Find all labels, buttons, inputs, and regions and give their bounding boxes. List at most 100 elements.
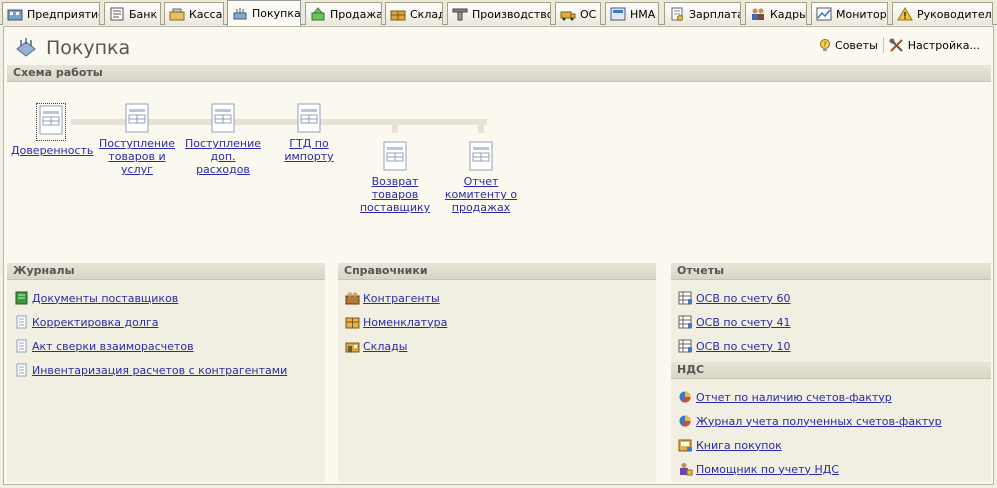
list-link[interactable]: ОСВ по счету 60 [696,292,791,305]
node-link[interactable]: Доверенность [11,144,93,157]
journals-panel: Журналы Документы поставщиков Корректиро… [7,263,325,482]
document-icon [16,363,27,377]
schema-node-consignor-report[interactable]: Отчет комитенту о продажах [441,141,521,214]
list-item[interactable]: Инвентаризация расчетов с контрагентами [14,358,325,382]
document-icon [16,315,27,329]
monitor-icon [816,7,832,21]
list-item[interactable]: Акт сверки взаиморасчетов [14,334,325,358]
salary-icon [671,7,683,21]
list-item[interactable]: Документы поставщиков [14,286,325,310]
document-icon [297,103,321,133]
list-item[interactable]: ОСВ по счету 60 [678,286,991,310]
list-link[interactable]: Акт сверки взаиморасчетов [32,340,194,353]
tab-intangible-assets[interactable]: НМА [605,2,659,25]
tab-salary[interactable]: Зарплата [664,2,741,25]
connector-line [478,125,484,133]
settings-link[interactable]: Настройка... [884,38,985,52]
list-link[interactable]: Склады [363,340,407,353]
node-link[interactable]: Отчет комитенту о продажах [441,175,521,214]
list-link[interactable]: ОСВ по счету 41 [696,316,791,329]
node-link[interactable]: ГТД по импорту [269,137,349,163]
intangible-assets-icon [610,7,626,21]
list-item[interactable]: Контрагенты [345,286,656,310]
list-item[interactable]: Склады [345,334,656,358]
tab-enterprise[interactable]: Предприятие [2,2,100,25]
header-links: ? Советы Настройка... [813,37,985,53]
node-link[interactable]: Поступление доп. расходов [183,137,263,176]
list-link[interactable]: Корректировка долга [32,316,158,329]
list-item[interactable]: Книга покупок [678,433,991,457]
schema-node-power-of-attorney[interactable]: Доверенность [11,103,93,157]
tab-warehouse[interactable]: Склад [385,2,443,25]
tips-icon: ? [820,39,831,51]
tab-label: Монитор [836,7,887,21]
tips-link[interactable]: ? Советы [813,38,883,52]
tools-icon [889,38,903,52]
list-item[interactable]: Корректировка долга [14,310,325,334]
journal-icon [15,291,28,305]
workspace: Покупка ? Советы Настройка... Схема рабо… [3,26,994,485]
list-link[interactable]: Номенклатура [363,316,447,329]
schema-node-goods-receipt[interactable]: Поступление товаров и услуг [97,103,177,176]
list-link[interactable]: Отчет по наличию счетов-фактур [696,391,892,404]
document-icon [39,105,63,135]
node-icon-frame [36,103,66,141]
list-link[interactable]: Контрагенты [363,292,440,305]
book-icon [678,439,692,452]
document-icon [469,141,493,171]
list-link[interactable]: Инвентаризация расчетов с контрагентами [32,364,287,377]
document-icon [16,339,27,353]
tab-label: Руководителю [917,7,993,21]
schema-node-customs-declaration[interactable]: ГТД по импорту [269,103,349,163]
sale-icon [311,7,325,21]
list-link[interactable]: Помощник по учету НДС [696,463,839,476]
page-header: Покупка [14,35,130,61]
node-link[interactable]: Возврат товаров поставщику [355,175,435,214]
tab-label: Продажа [330,7,382,21]
schema-node-supplier-return[interactable]: Возврат товаров поставщику [355,141,435,214]
document-icon [125,103,149,133]
document-icon [211,103,235,133]
document-icon [383,141,407,171]
reports-list: ОСВ по счету 60 ОСВ по счету 41 ОСВ по с… [671,280,991,358]
tab-bank[interactable]: Банк [104,2,161,25]
panel-title: Журналы [7,263,325,280]
tab-fixed-assets[interactable]: ОС [555,2,601,25]
list-link[interactable]: Документы поставщиков [32,292,178,305]
tab-monitor[interactable]: Монитор [811,2,888,25]
list-item[interactable]: Отчет по наличию счетов-фактур [678,385,991,409]
tab-label: Зарплата [689,7,741,21]
tips-label: Советы [835,38,878,52]
connector-line [392,125,398,133]
warehouse-icon [390,10,406,21]
schema-node-additional-expenses[interactable]: Поступление доп. расходов [183,103,263,176]
tab-management[interactable]: Руководителю [892,2,993,25]
vat-list: Отчет по наличию счетов-фактур Журнал уч… [671,379,991,481]
list-item[interactable]: Журнал учета полученных счетов-фактур [678,409,991,433]
tab-label: Банк [129,7,158,21]
report-icon [678,339,692,353]
tab-production[interactable]: Производство [447,2,551,25]
assistant-icon [680,463,693,476]
list-item[interactable]: ОСВ по счету 41 [678,310,991,334]
bank-icon [110,7,124,21]
purchase-icon [233,7,247,19]
tab-label: Производство [472,7,551,21]
tab-sale[interactable]: Продажа [305,2,382,25]
tab-purchase[interactable]: Покупка [227,0,301,26]
list-link[interactable]: Книга покупок [696,439,782,452]
tab-cash[interactable]: Касса [164,2,224,25]
tab-hr[interactable]: Кадры [745,2,807,25]
node-link[interactable]: Поступление товаров и услуг [97,137,177,176]
panel-title: Справочники [338,263,656,280]
list-link[interactable]: Журнал учета полученных счетов-фактур [696,415,942,428]
schema-header: Схема работы [7,65,991,82]
hr-icon [752,8,764,20]
page-title: Покупка [46,37,131,59]
list-link[interactable]: ОСВ по счету 10 [696,340,791,353]
reports-panel: Отчеты ОСВ по счету 60 ОСВ по счету 41 О… [671,263,991,482]
production-icon [452,8,468,21]
list-item[interactable]: Помощник по учету НДС [678,457,991,481]
list-item[interactable]: Номенклатура [345,310,656,334]
list-item[interactable]: ОСВ по счету 10 [678,334,991,358]
